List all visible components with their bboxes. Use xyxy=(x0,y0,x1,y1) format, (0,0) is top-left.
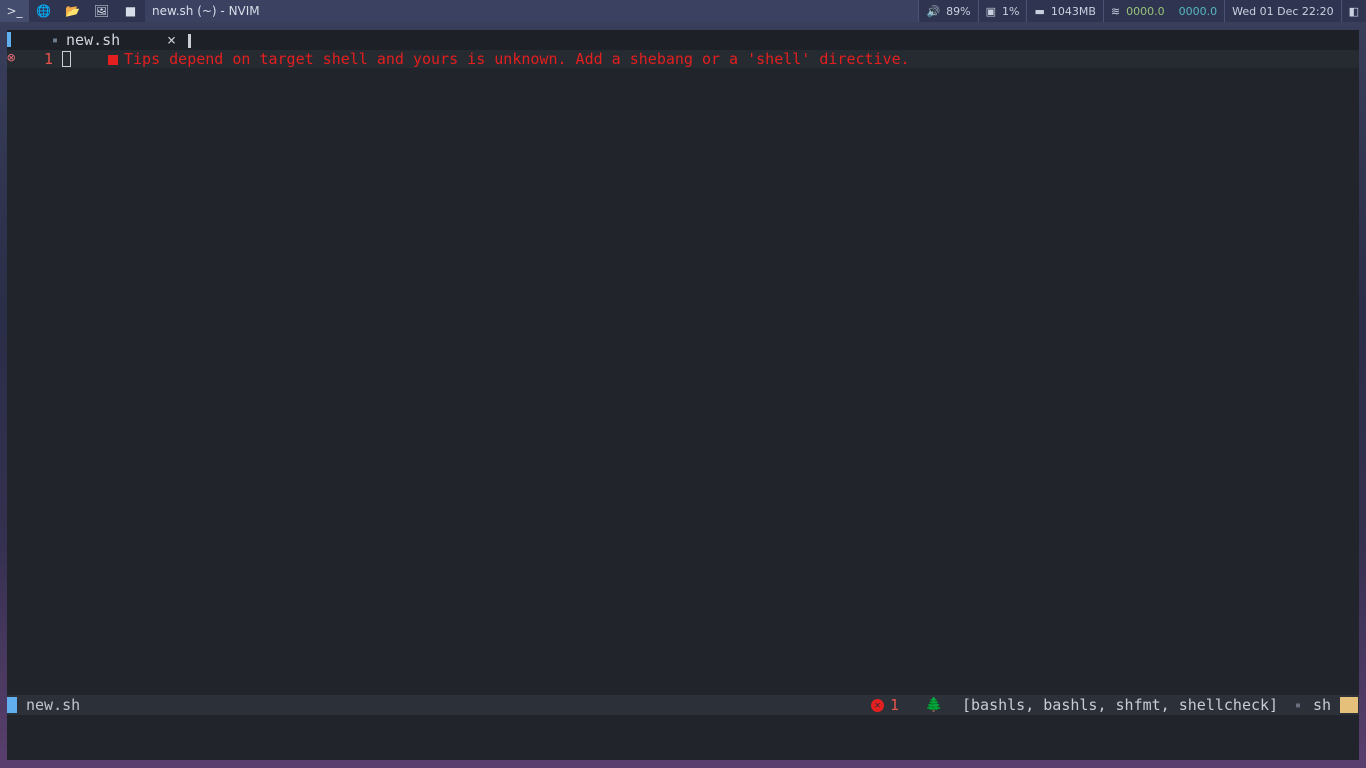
terminal-file-icon: ▪ xyxy=(1295,699,1302,711)
image-icon[interactable]: 🖼 xyxy=(87,0,116,22)
lsp-clients: [bashls, bashls, shfmt, shellcheck] xyxy=(962,696,1279,714)
error-sign-icon: ⊗ xyxy=(7,50,16,66)
text-cursor xyxy=(62,51,71,67)
window-title: new.sh (~) - NVIM xyxy=(152,4,260,18)
buffer-tab-name: new.sh xyxy=(66,31,121,49)
tabline: ▪ new.sh × xyxy=(7,30,1359,50)
volume-indicator[interactable]: 🔊 89% xyxy=(918,0,977,22)
layout-icon: ◧ xyxy=(1348,4,1359,18)
line-number: 1 xyxy=(44,50,54,68)
tab-separator xyxy=(188,34,191,48)
statusline-filename: new.sh xyxy=(26,696,81,714)
video-camera-icon[interactable]: ■ xyxy=(116,0,145,22)
globe-icon[interactable]: 🌐 xyxy=(29,0,58,22)
editor-line[interactable]: ⊗ 1 Tips depend on target shell and your… xyxy=(7,50,1359,68)
status-tray: 🔊 89% ▣ 1% ▬ 1043MB ≋ 0000.0 0000.0 Wed … xyxy=(918,0,1366,22)
error-square-icon xyxy=(108,55,118,65)
launcher-group: >_ 🌐 📂 🖼 ■ xyxy=(0,0,145,22)
network-indicator: ≋ 0000.0 0000.0 xyxy=(1102,0,1224,22)
buffer-tab[interactable]: ▪ new.sh × xyxy=(50,30,187,50)
error-circle-icon: ✕ xyxy=(871,698,884,712)
command-line[interactable] xyxy=(7,715,1359,752)
cpu-icon: ▣ xyxy=(985,4,997,18)
close-icon[interactable]: × xyxy=(167,31,176,49)
top-panel: >_ 🌐 📂 🖼 ■ new.sh (~) - NVIM 🔊 89% ▣ 1% … xyxy=(0,0,1366,22)
tabline-marker xyxy=(7,32,11,47)
cpu-indicator: ▣ 1% xyxy=(977,0,1027,22)
filetype: sh xyxy=(1313,696,1332,714)
cpu-value: 1% xyxy=(1002,4,1020,18)
net-down-value: 0000.0 xyxy=(1126,4,1165,18)
volume-value: 89% xyxy=(946,4,971,18)
memory-indicator: ▬ 1043MB xyxy=(1026,0,1102,22)
statusline: new.sh ✕ 1 🌲 [bashls, bashls, shfmt, shel… xyxy=(7,695,1359,715)
memory-icon: ▬ xyxy=(1034,4,1045,18)
memory-value: 1043MB xyxy=(1050,4,1096,18)
tree-icon: 🌲 xyxy=(925,697,943,713)
error-count-value: 1 xyxy=(890,696,900,714)
diagnostic-message: Tips depend on target shell and yours is… xyxy=(108,50,910,68)
speaker-icon: 🔊 xyxy=(926,4,941,18)
datetime-value: Wed 01 Dec 22:20 xyxy=(1232,4,1334,18)
mode-indicator xyxy=(7,697,17,713)
clock[interactable]: Wed 01 Dec 22:20 xyxy=(1224,0,1340,22)
layout-toggle[interactable]: ◧ xyxy=(1340,0,1366,22)
net-up-value: 0000.0 xyxy=(1178,4,1218,18)
wifi-icon: ≋ xyxy=(1110,4,1121,18)
statusline-end-block xyxy=(1340,697,1358,713)
diagnostic-text: Tips depend on target shell and yours is… xyxy=(124,50,910,68)
nvim-window[interactable]: ▪ new.sh × ⊗ 1 Tips depend on target she… xyxy=(7,30,1359,760)
terminal-icon[interactable]: >_ xyxy=(0,0,29,22)
folder-icon[interactable]: 📂 xyxy=(58,0,87,22)
terminal-file-icon: ▪ xyxy=(52,34,59,46)
error-count: ✕ 1 xyxy=(871,696,899,714)
